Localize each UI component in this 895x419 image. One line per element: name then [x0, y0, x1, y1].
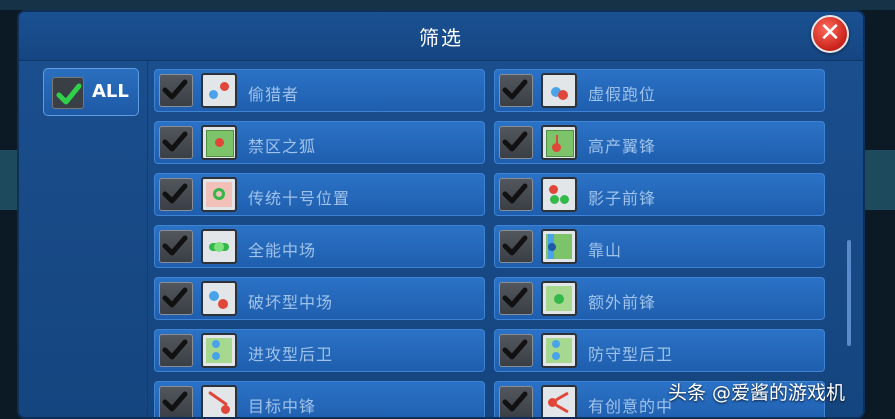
- target-man-role-icon: [201, 385, 237, 417]
- checkmark-icon: [502, 235, 528, 256]
- filter-item-hole-player[interactable]: 影子前锋: [494, 173, 825, 216]
- checkmark-icon: [162, 131, 188, 152]
- defensive-fullback-role-icon: [541, 333, 577, 368]
- filter-checkbox[interactable]: [499, 74, 533, 107]
- watermark: 头条 @爱酱的游戏机: [668, 382, 846, 404]
- close-icon: ✕: [819, 18, 841, 48]
- close-button[interactable]: ✕: [811, 15, 849, 53]
- checkmark-icon: [502, 339, 528, 360]
- checkmark-icon: [502, 79, 528, 100]
- checkmark-icon: [502, 183, 528, 204]
- filter-item-dummy-runner[interactable]: 虚假跑位: [494, 69, 825, 112]
- checkmark-icon: [502, 131, 528, 152]
- filter-item-extra-frontman[interactable]: 额外前锋: [494, 277, 825, 320]
- poacher-role-icon: [201, 73, 237, 108]
- fox-in-the-box-role-icon: [201, 125, 237, 160]
- checkmark-icon: [162, 339, 188, 360]
- extra-frontman-role-icon: [541, 281, 577, 316]
- checkmark-icon: [502, 287, 528, 308]
- filter-checkbox[interactable]: [159, 334, 193, 367]
- filter-checkbox[interactable]: [499, 386, 533, 417]
- filter-item-prolific-winger[interactable]: 高产翼锋: [494, 121, 825, 164]
- checkmark-icon: [162, 287, 188, 308]
- filter-item-fox-in-the-box[interactable]: 禁区之狐: [154, 121, 485, 164]
- filter-label: 额外前锋: [588, 293, 657, 312]
- filter-label: 偷猎者: [248, 85, 300, 104]
- filter-item-classic-no10[interactable]: 传统十号位置: [154, 173, 485, 216]
- filter-item-offensive-fullback[interactable]: 进攻型后卫: [154, 329, 485, 372]
- anchor-man-role-icon: [541, 229, 577, 264]
- filter-item-anchor-man[interactable]: 靠山: [494, 225, 825, 268]
- filter-item-destroyer[interactable]: 破坏型中场: [154, 277, 485, 320]
- background-right-edge: [865, 150, 895, 210]
- filter-item-box-to-box[interactable]: 全能中场: [154, 225, 485, 268]
- filter-label: 防守型后卫: [588, 345, 674, 364]
- filter-checkbox[interactable]: [159, 126, 193, 159]
- filter-checkbox[interactable]: [159, 74, 193, 107]
- filter-dialog: 筛选 ✕ ALL 偷猎者 禁区之狐 传统十号位置 全能中场 破坏型中场 进攻型后…: [17, 10, 865, 419]
- classic-no10-role-icon: [201, 177, 237, 212]
- filter-checkbox[interactable]: [499, 126, 533, 159]
- filter-checkbox[interactable]: [159, 230, 193, 263]
- select-all-checkbox[interactable]: [52, 77, 84, 109]
- filter-label: 进攻型后卫: [248, 345, 334, 364]
- filter-label: 禁区之狐: [248, 137, 317, 156]
- destroyer-role-icon: [201, 281, 237, 316]
- filter-label: 靠山: [588, 241, 623, 260]
- filter-label: 高产翼锋: [588, 137, 657, 156]
- background-top: [0, 0, 895, 10]
- checkmark-icon: [502, 391, 528, 412]
- creative-playmaker-role-icon: [541, 385, 577, 417]
- filter-label: 破坏型中场: [248, 293, 334, 312]
- filter-checkbox[interactable]: [159, 386, 193, 417]
- filter-checkbox[interactable]: [499, 334, 533, 367]
- filter-checkbox[interactable]: [499, 230, 533, 263]
- filter-label: 目标中锋: [248, 397, 317, 416]
- checkmark-icon: [56, 83, 82, 105]
- checkmark-icon: [162, 183, 188, 204]
- checkmark-icon: [162, 391, 188, 412]
- filter-checkbox[interactable]: [499, 282, 533, 315]
- filter-label: 影子前锋: [588, 189, 657, 208]
- hole-player-role-icon: [541, 177, 577, 212]
- box-to-box-role-icon: [201, 229, 237, 264]
- select-all-button[interactable]: ALL: [43, 68, 139, 116]
- list-divider: [147, 60, 148, 417]
- dialog-title: 筛选: [419, 26, 463, 50]
- filter-checkbox[interactable]: [499, 178, 533, 211]
- filter-item-target-man[interactable]: 目标中锋: [154, 381, 485, 417]
- dummy-runner-role-icon: [541, 73, 577, 108]
- filter-label: 全能中场: [248, 241, 317, 260]
- prolific-winger-role-icon: [541, 125, 577, 160]
- filter-checkbox[interactable]: [159, 178, 193, 211]
- checkmark-icon: [162, 79, 188, 100]
- dialog-titlebar: 筛选 ✕: [19, 12, 863, 61]
- filter-label: 传统十号位置: [248, 189, 351, 208]
- filter-checkbox[interactable]: [159, 282, 193, 315]
- filter-label: 有创意的中: [588, 397, 674, 416]
- list-scrollbar[interactable]: [847, 240, 851, 346]
- checkmark-icon: [162, 235, 188, 256]
- filter-item-poacher[interactable]: 偷猎者: [154, 69, 485, 112]
- filter-label: 虚假跑位: [588, 85, 657, 104]
- select-all-label: ALL: [92, 81, 129, 102]
- offensive-fullback-role-icon: [201, 333, 237, 368]
- filter-item-defensive-fullback[interactable]: 防守型后卫: [494, 329, 825, 372]
